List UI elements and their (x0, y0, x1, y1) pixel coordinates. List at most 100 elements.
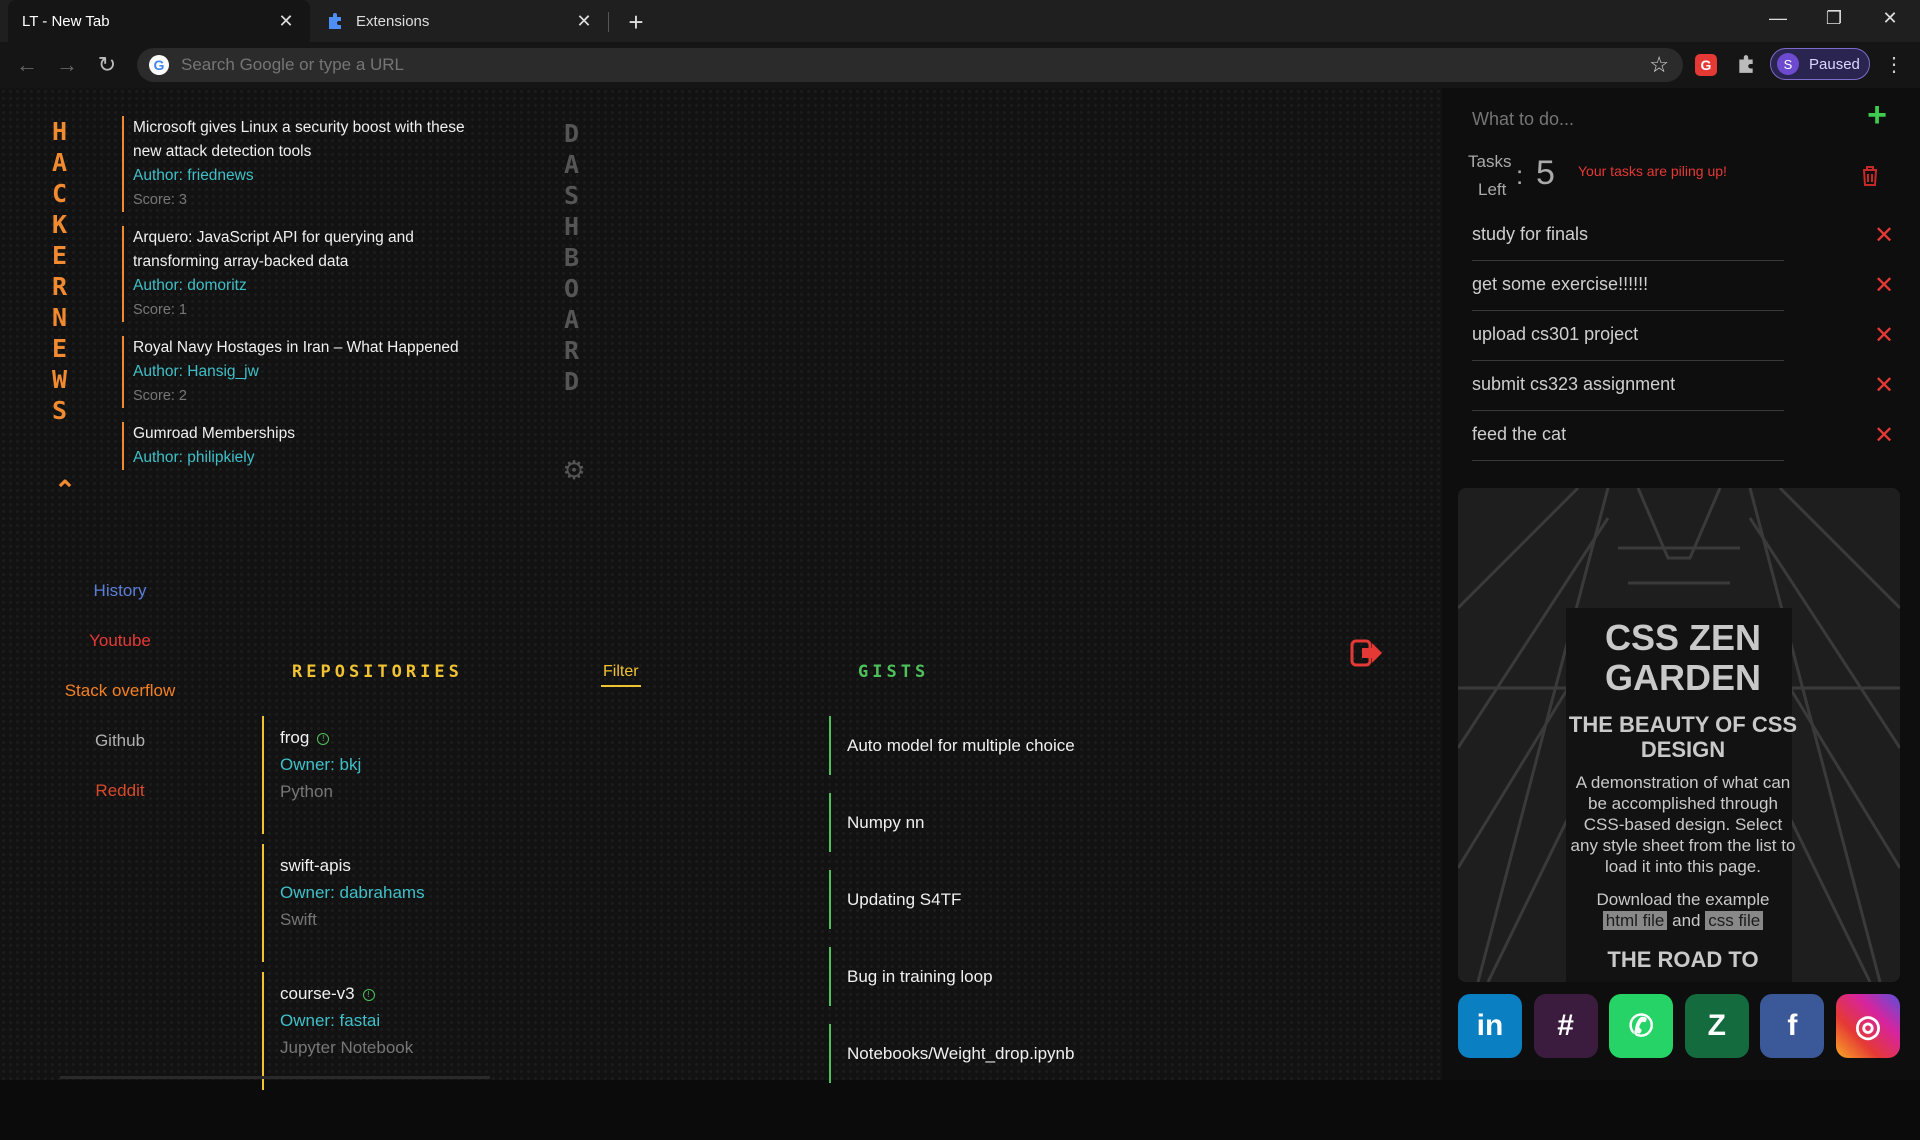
new-tab-page: HACKERNEWS Microsoft gives Linux a secur… (0, 88, 1920, 1090)
html-file-link[interactable]: html file (1602, 911, 1668, 930)
restore-icon[interactable]: ❐ (1806, 0, 1862, 36)
close-tab-icon[interactable]: ✕ (276, 11, 296, 31)
tab-bar: LT - New Tab ✕ Extensions ✕ + — ❐ ✕ (0, 0, 1920, 42)
trash-icon[interactable] (1860, 164, 1880, 188)
linkedin-icon[interactable]: in (1458, 994, 1522, 1058)
news-author[interactable]: Author: Hansig_jw (133, 360, 492, 384)
title-letter: B (564, 243, 580, 272)
repo-item[interactable]: swift-apis Owner: dabrahams Swift (262, 844, 562, 962)
todo-text[interactable]: feed the cat (1472, 424, 1566, 444)
title-letter: N (52, 303, 68, 332)
gist-item[interactable]: Updating S4TF (829, 870, 1229, 929)
delete-task-icon[interactable]: ✕ (1874, 264, 1894, 308)
bookmark-reddit[interactable]: Reddit (40, 766, 200, 816)
filter-button[interactable]: Filter (601, 661, 641, 687)
todo-divider (1472, 410, 1784, 411)
news-author[interactable]: Author: friednews (133, 164, 492, 188)
news-item[interactable]: Royal Navy Hostages in Iran – What Happe… (122, 336, 492, 408)
todo-divider (1472, 310, 1784, 311)
grammarly-extension-icon[interactable]: G (1695, 54, 1717, 76)
address-input[interactable] (181, 55, 1581, 75)
title-letter: A (564, 150, 580, 179)
delete-task-icon[interactable]: ✕ (1874, 314, 1894, 358)
repo-item[interactable]: frog! Owner: bkj Python (262, 716, 562, 834)
gist-item[interactable]: Bug in training loop (829, 947, 1229, 1006)
repo-name[interactable]: course-v3 (280, 984, 355, 1003)
gist-item[interactable]: Notebooks/Weight_drop.ipynb (829, 1024, 1229, 1083)
news-title[interactable]: Arquero: JavaScript API for querying and… (133, 226, 492, 274)
bookmark-youtube[interactable]: Youtube (40, 616, 200, 666)
facebook-icon[interactable]: f (1760, 994, 1825, 1058)
css-zen-garden-preview[interactable]: CSS ZEN GARDEN THE BEAUTY OF CSS DESIGN … (1458, 488, 1900, 982)
news-title[interactable]: Royal Navy Hostages in Iran – What Happe… (133, 336, 492, 360)
css-file-link[interactable]: css file (1705, 911, 1764, 930)
bookmark-stack-overflow[interactable]: Stack overflow (40, 666, 200, 716)
news-item[interactable]: Microsoft gives Linux a security boost w… (122, 116, 492, 212)
whatsapp-icon[interactable]: ✆ (1609, 994, 1674, 1058)
profile-button[interactable]: S Paused (1770, 48, 1870, 80)
repo-item[interactable]: course-v3! Owner: fastai Jupyter Notebook (262, 972, 562, 1090)
news-title[interactable]: Microsoft gives Linux a security boost w… (133, 116, 492, 164)
left-label: Left (1478, 180, 1507, 199)
todo-text[interactable]: submit cs323 assignment (1472, 374, 1675, 394)
instagram-icon[interactable]: ◎ (1835, 994, 1900, 1058)
horizontal-scrollbar[interactable] (60, 1076, 490, 1079)
news-title[interactable]: Gumroad Memberships (133, 422, 492, 446)
zen-download-text: Download the example html file and css f… (1568, 889, 1798, 931)
gear-icon[interactable]: ⚙ (561, 455, 587, 485)
delete-task-icon[interactable]: ✕ (1874, 364, 1894, 408)
title-letter: W (52, 365, 68, 394)
title-letter: C (52, 179, 68, 208)
news-author[interactable]: Author: domoritz (133, 274, 492, 298)
news-score: Score: 2 (133, 388, 187, 404)
repo-owner[interactable]: Owner: bkj (280, 751, 562, 778)
repo-owner[interactable]: Owner: dabrahams (280, 879, 562, 906)
delete-task-icon[interactable]: ✕ (1874, 414, 1894, 458)
back-icon[interactable]: ← (12, 50, 42, 80)
extensions-puzzle-icon[interactable] (1734, 52, 1758, 76)
todo-input[interactable] (1472, 102, 1812, 136)
news-author[interactable]: Author: philipkiely (133, 446, 492, 470)
gist-item[interactable]: Numpy nn (829, 793, 1229, 852)
todo-text[interactable]: upload cs301 project (1472, 324, 1638, 344)
zen-download-label: Download the example (1596, 890, 1770, 909)
todo-text[interactable]: get some exercise!!!!!! (1472, 274, 1648, 294)
repo-name[interactable]: frog (280, 728, 309, 747)
todo-item: get some exercise!!!!!! ✕ (1472, 262, 1900, 312)
news-item[interactable]: Gumroad Memberships Author: philipkiely (122, 422, 492, 470)
tab-new-tab[interactable]: LT - New Tab ✕ (8, 0, 310, 42)
forward-icon[interactable]: → (52, 50, 82, 80)
reload-icon[interactable]: ↻ (92, 50, 122, 80)
minimize-icon[interactable]: — (1750, 0, 1806, 36)
tab-extensions[interactable]: Extensions ✕ (312, 0, 608, 42)
news-item[interactable]: Arquero: JavaScript API for querying and… (122, 226, 492, 322)
menu-icon[interactable]: ⋮ (1884, 52, 1904, 76)
title-letter: S (52, 396, 68, 425)
close-window-icon[interactable]: ✕ (1862, 0, 1918, 36)
tasks-left-label: Tasks Left (1468, 148, 1511, 204)
todo-item: submit cs323 assignment ✕ (1472, 362, 1900, 412)
bookmark-star-icon[interactable]: ☆ (1649, 52, 1669, 78)
todo-item: study for finals ✕ (1472, 212, 1900, 262)
news-score: Score: 1 (133, 302, 187, 318)
todo-list: study for finals ✕ get some exercise!!!!!!… (1472, 212, 1900, 462)
repo-name[interactable]: swift-apis (280, 856, 351, 875)
delete-task-icon[interactable]: ✕ (1874, 214, 1894, 258)
gists-list: Auto model for multiple choice Numpy nn Up… (829, 716, 1229, 1140)
zen-heading: CSS ZEN GARDEN (1604, 617, 1762, 698)
add-task-icon[interactable]: + (1862, 96, 1892, 134)
todo-text[interactable]: study for finals (1472, 224, 1588, 244)
repositories-heading: REPOSITORIES (292, 662, 463, 682)
gist-item[interactable]: Auto model for multiple choice (829, 716, 1229, 775)
close-tab-icon[interactable]: ✕ (574, 11, 594, 31)
zendesk-icon[interactable]: Z (1684, 994, 1749, 1058)
bookmark-github[interactable]: Github (40, 716, 200, 766)
repo-owner[interactable]: Owner: fastai (280, 1007, 562, 1034)
chevron-up-icon[interactable]: ⌃ (52, 475, 78, 505)
slack-icon[interactable]: # (1533, 994, 1598, 1058)
bookmark-history[interactable]: History (40, 566, 200, 616)
new-tab-icon[interactable]: + (622, 7, 650, 37)
logout-icon[interactable] (1350, 638, 1384, 668)
address-bar[interactable]: G ☆ (137, 48, 1683, 82)
title-letter: S (564, 181, 580, 210)
